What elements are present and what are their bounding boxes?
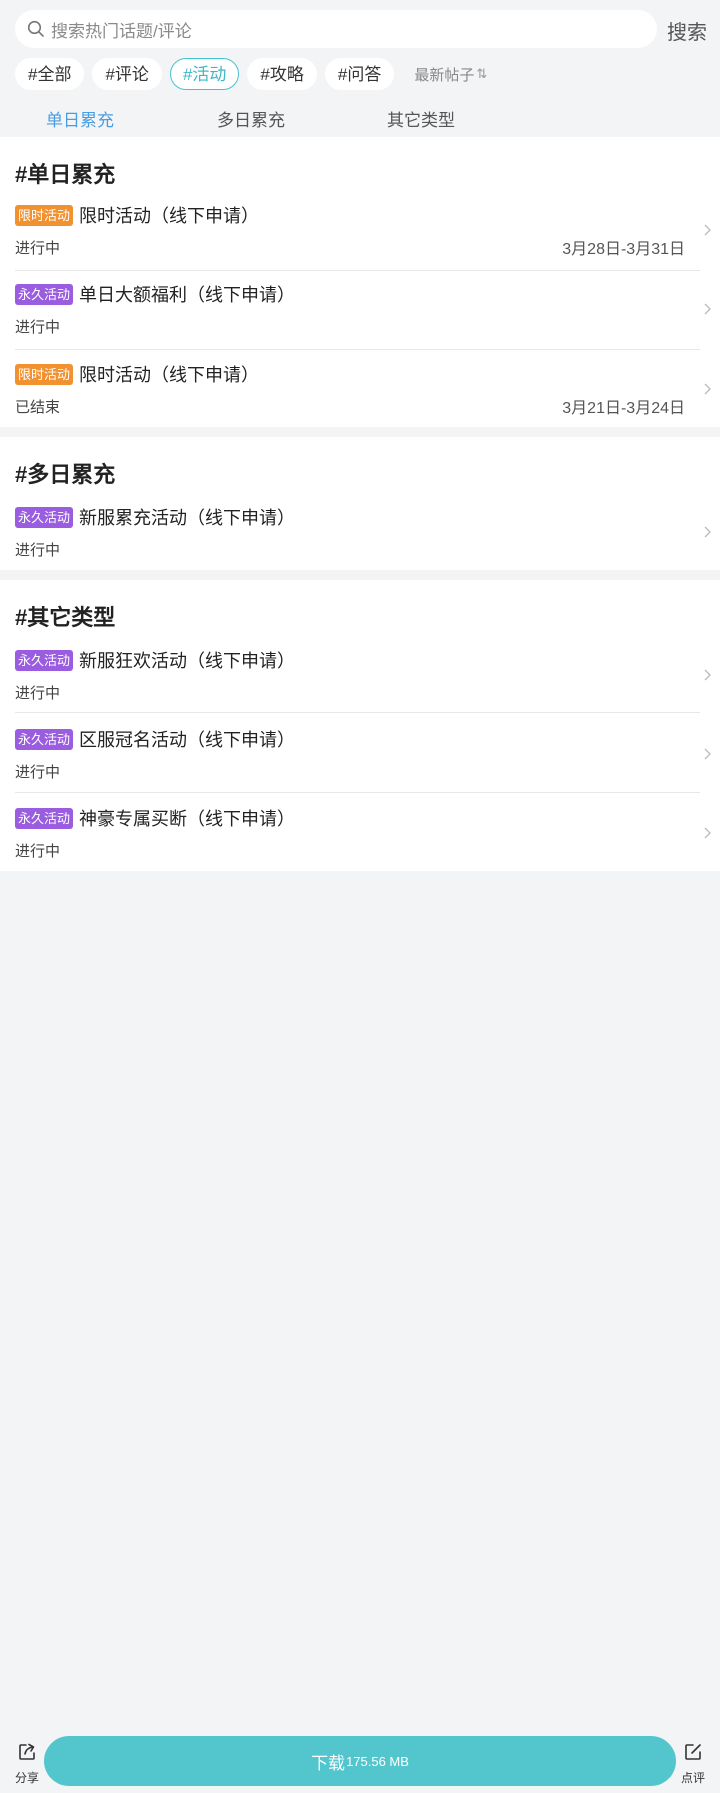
review-label: 点评 [680,1771,705,1785]
chip-qa[interactable]: #问答 [324,58,395,90]
chevron-right-icon [701,747,715,761]
item-title: 单日大额福利（线下申请） [79,285,296,305]
item-title: 限时活动（线下申请） [79,365,260,385]
permanent-badge: 永久活动 [15,506,74,528]
list-item[interactable]: 永久活动 单日大额福利（线下申请） 进行中 [15,282,711,338]
section-other-type: #其它类型 永久活动 新服狂欢活动（线下申请） 进行中 永久活动 区服冠名活动（… [0,580,720,871]
item-status: 进行中 [15,240,61,257]
permanent-badge: 永久活动 [15,649,74,671]
search-icon [27,20,45,38]
item-date: 3月28日-3月31日 [562,241,685,258]
tab-other-type[interactable]: 其它类型 [387,106,455,131]
chevron-right-icon [701,382,715,396]
share-label: 分享 [14,1771,39,1785]
divider [15,349,700,350]
sort-button[interactable]: 最新帖子 ⇅ [414,64,487,85]
item-status: 进行中 [15,685,61,702]
search-button[interactable]: 搜索 [667,16,707,45]
item-title: 新服狂欢活动（线下申请） [79,651,296,671]
item-status: 已结束 [15,399,61,416]
item-status: 进行中 [15,764,61,781]
download-size: 175.56 MB [346,1753,409,1769]
download-label: 下载 [311,1753,346,1773]
share-icon [17,1743,37,1766]
permanent-badge: 永久活动 [15,283,74,305]
limited-badge: 限时活动 [15,363,74,385]
section-title: #其它类型 [15,605,116,630]
item-title: 神豪专属买断（线下申请） [79,809,296,829]
chevron-right-icon [701,223,715,237]
bottom-action-bar: 分享 下载 175.56 MB 点评 [0,1728,720,1793]
divider [15,712,700,713]
item-title: 限时活动（线下申请） [79,206,260,226]
permanent-badge: 永久活动 [15,728,74,750]
chevron-right-icon [701,826,715,840]
item-status: 进行中 [15,319,61,336]
permanent-badge: 永久活动 [15,807,74,829]
chevron-right-icon [701,668,715,682]
list-item[interactable]: 限时活动 限时活动（线下申请） 已结束 3月21日-3月24日 [15,362,711,418]
tab-single-day[interactable]: 单日累充 [46,106,114,131]
chevron-right-icon [701,525,715,539]
sort-label: 最新帖子 [414,66,475,84]
item-status: 进行中 [15,843,61,860]
divider [15,792,700,793]
item-title: 新服累充活动（线下申请） [79,508,296,528]
chip-guide[interactable]: #攻略 [247,58,317,90]
sort-arrows-icon: ⇅ [476,66,488,81]
category-tabs: 单日累充 多日累充 其它类型 [0,100,720,136]
list-item[interactable]: 永久活动 新服狂欢活动（线下申请） 进行中 [15,648,711,704]
section-title: #单日累充 [15,162,116,187]
chevron-right-icon [701,302,715,316]
search-input[interactable]: 搜索热门话题/评论 [15,10,657,48]
section-title: #多日累充 [15,462,116,487]
chip-all[interactable]: #全部 [15,58,85,90]
item-date: 3月21日-3月24日 [562,400,685,417]
item-title: 区服冠名活动（线下申请） [79,730,296,750]
limited-badge: 限时活动 [15,204,74,226]
share-button[interactable]: 分享 [9,1742,45,1786]
tab-multi-day[interactable]: 多日累充 [217,106,285,131]
list-item[interactable]: 永久活动 区服冠名活动（线下申请） 进行中 [15,727,711,783]
list-item[interactable]: 限时活动 限时活动（线下申请） 进行中 3月28日-3月31日 [15,203,711,259]
section-single-day: #单日累充 限时活动 限时活动（线下申请） 进行中 3月28日-3月31日 永久… [0,137,720,427]
download-button[interactable]: 下载 175.56 MB [44,1736,676,1786]
list-item[interactable]: 永久活动 神豪专属买断（线下申请） 进行中 [15,806,711,862]
filter-chips: #全部 #评论 #活动 #攻略 #问答 最新帖子 ⇅ [15,58,487,90]
list-item[interactable]: 永久活动 新服累充活动（线下申请） 进行中 [15,505,711,561]
edit-icon [683,1744,703,1766]
top-search-bar: 搜索热门话题/评论 搜索 [0,0,720,56]
chip-comment[interactable]: #评论 [92,58,162,90]
search-placeholder: 搜索热门话题/评论 [51,21,192,41]
review-button[interactable]: 点评 [675,1742,711,1786]
chip-activity[interactable]: #活动 [169,58,240,90]
section-multi-day: #多日累充 永久活动 新服累充活动（线下申请） 进行中 [0,437,720,570]
item-status: 进行中 [15,542,61,559]
divider [15,270,700,271]
